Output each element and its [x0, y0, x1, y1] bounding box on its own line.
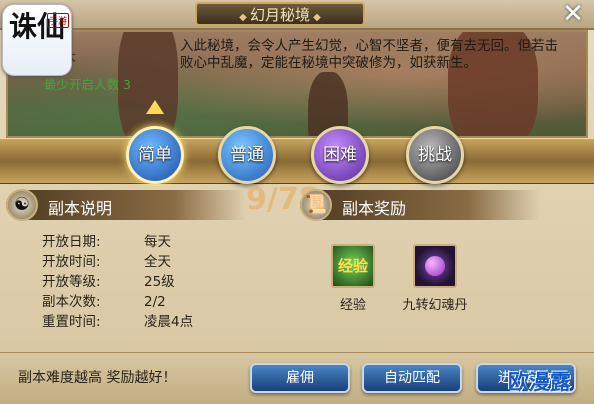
info-row: 重置时间: 凌晨4点 [42, 310, 193, 330]
title-bar: ◆ 幻月秘境 ◆ ✕ [0, 0, 594, 30]
info-key: 开放时间: [42, 254, 101, 270]
info-row: 开放时间: 全天 [42, 250, 193, 270]
info-row: 开放日期: 每天 [42, 230, 193, 250]
reward-name: 九转幻魂丹 [402, 298, 468, 313]
info-section-title: 副本说明 [48, 199, 113, 218]
info-key: 开放日期: [42, 234, 101, 250]
dungeon-reward-panel: 📜 副本奖励 经验 经验 九转幻魂丹 [300, 186, 588, 346]
min-players-value: 3 [123, 77, 131, 92]
hire-button[interactable]: 雇佣 [250, 363, 350, 393]
min-players-label: 最少开启人数 [44, 77, 120, 92]
difficulty-hard-button[interactable]: 困难 [311, 126, 369, 184]
info-key: 开放等级: [42, 274, 101, 290]
info-value: 凌晨4点 [144, 314, 194, 330]
difficulty-hint: 副本难度越高 奖励越好！ [18, 370, 177, 386]
auto-match-button[interactable]: 自动匹配 [362, 363, 462, 393]
exp-icon: 经验 [331, 244, 375, 288]
info-value: 25级 [144, 274, 175, 290]
section-header: ☯ 副本说明 [6, 189, 246, 221]
info-value: 每天 [144, 234, 171, 250]
dungeon-scene-image: 副本 最少开启人数 3 入此秘境，会令人产生幻觉，心智不坚者，便有去无回。但若击… [6, 30, 588, 138]
close-button[interactable]: ✕ [556, 0, 590, 28]
info-value: 2/2 [144, 294, 166, 310]
info-row: 开放等级: 25级 [42, 270, 193, 290]
reward-item[interactable]: 经验 经验 [318, 244, 388, 313]
scroll-icon: 📜 [300, 189, 332, 221]
info-value: 全天 [144, 254, 171, 270]
ornament-icon: ◆ [310, 12, 321, 23]
dungeon-window: ◆ 幻月秘境 ◆ ✕ 副本 最少开启人数 3 入此秘境，会令人产生幻觉，心智不坚… [0, 0, 594, 404]
reward-section-title: 副本奖励 [342, 199, 407, 218]
min-players: 最少开启人数 3 [44, 74, 131, 93]
info-key: 重置时间: [42, 314, 101, 330]
pill-icon [413, 244, 457, 288]
reward-item[interactable]: 九转幻魂丹 [400, 244, 470, 313]
selected-arrow-icon [146, 100, 164, 114]
app-logo: 诛仙 手游 [2, 4, 72, 76]
info-rows: 开放日期: 每天 开放时间: 全天 开放等级: 25级 副本次数: 2/2 重置时间: 凌… [42, 230, 193, 330]
window-title-plate: ◆ 幻月秘境 ◆ [195, 2, 365, 26]
logo-badge: 手游 [47, 13, 70, 28]
section-header: 📜 副本奖励 [300, 189, 540, 221]
window-title: 幻月秘境 [249, 6, 310, 24]
difficulty-band [0, 138, 594, 184]
info-row: 副本次数: 2/2 [42, 290, 193, 310]
dungeon-info-panel: ☯ 副本说明 开放日期: 每天 开放时间: 全天 开放等级: 25级 副本次数: 2/2… [6, 186, 276, 346]
difficulty-challenge-button[interactable]: 挑战 [406, 126, 464, 184]
dungeon-description: 入此秘境，会令人产生幻觉，心智不坚者，便有去无回。但若击败心中乱魔，定能在秘境中… [180, 38, 558, 71]
difficulty-easy-button[interactable]: 简单 [126, 126, 184, 184]
reward-name: 经验 [339, 298, 366, 313]
ornament-icon: ◆ [239, 12, 250, 23]
footer-bar: 副本难度越高 奖励越好！ 雇佣 自动匹配 进入副本 [0, 352, 594, 404]
yin-yang-icon: ☯ [6, 189, 38, 221]
difficulty-normal-button[interactable]: 普通 [218, 126, 276, 184]
info-key: 副本次数: [42, 294, 101, 310]
watermark-corner: 欧漫露 [508, 370, 571, 394]
